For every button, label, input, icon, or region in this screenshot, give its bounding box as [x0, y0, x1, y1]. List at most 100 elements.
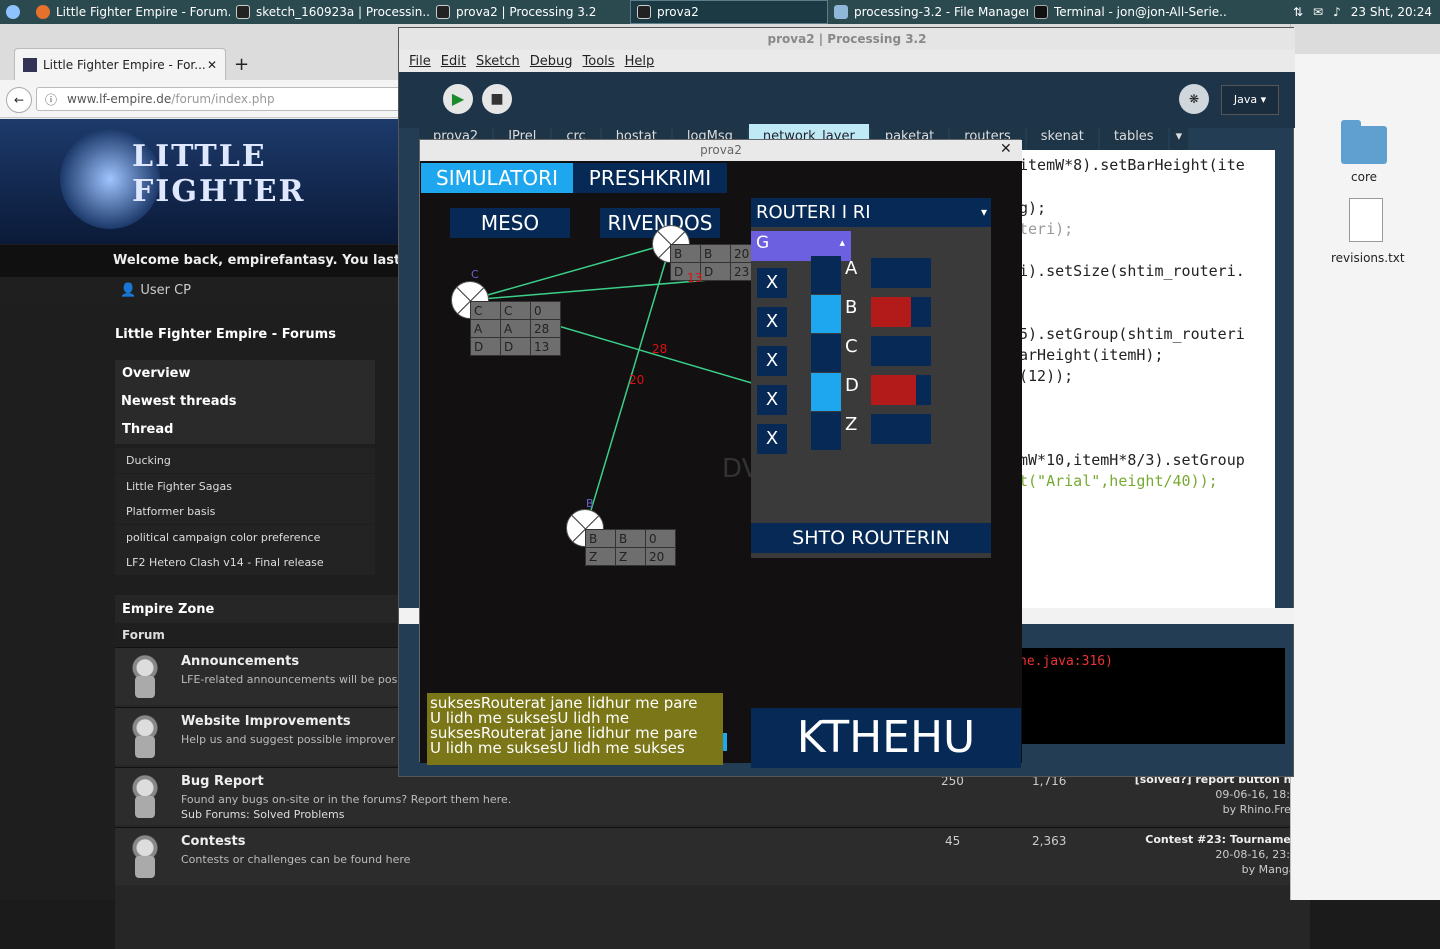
menu-debug[interactable]: Debug: [530, 54, 573, 69]
code-line: i).setSize(shtim_routeri.: [1019, 262, 1245, 280]
sketch-canvas: DVR SIMULATORI PRESHKRIMI MESO RIVENDOS …: [420, 161, 1022, 768]
url-bar[interactable]: ⓘ www.lf-empire.de/forum/index.php: [36, 87, 416, 111]
forum-row: Contests Contests or challenges can be f…: [115, 827, 1310, 885]
forum-description: LFE-related announcements will be pos: [181, 673, 398, 686]
nav-overview[interactable]: Overview: [115, 360, 375, 388]
section-title[interactable]: Empire Zone: [122, 602, 214, 617]
menu-sketch[interactable]: Sketch: [476, 54, 520, 69]
thread-link[interactable]: political campaign color preference: [115, 525, 375, 550]
back-button[interactable]: ←: [6, 87, 32, 113]
thread-link[interactable]: LF2 Hetero Clash v14 - Final release: [115, 550, 375, 575]
mail-icon[interactable]: ✉: [1313, 5, 1323, 19]
chevron-down-icon: ▾: [980, 205, 987, 219]
taskbar-item-ide[interactable]: prova2 | Processing 3.2: [430, 0, 630, 24]
router-slider-d[interactable]: [871, 375, 931, 405]
code-editor[interactable]: itemW*8).setBarHeight(ite g); teri); i).…: [1019, 150, 1275, 610]
run-button[interactable]: ▶: [443, 84, 473, 114]
menu-file[interactable]: File: [409, 54, 431, 69]
processing-icon: [236, 5, 250, 19]
add-router-button[interactable]: SHTO ROUTERIN: [751, 523, 991, 553]
routing-table: BB0 Z Z 20: [585, 529, 676, 566]
slider-fill: [871, 297, 912, 327]
edge-weight: 13: [687, 271, 703, 285]
thread-link[interactable]: Platformer basis: [115, 499, 375, 524]
taskbar-item-firefox[interactable]: Little Fighter Empire - Forum...: [30, 0, 230, 24]
site-logo[interactable]: LITTLE FIGHTER: [132, 139, 420, 209]
console-error: he.java:316): [1019, 654, 1113, 669]
clock[interactable]: 23 Sht, 20:24: [1351, 5, 1432, 19]
network-icon[interactable]: ⇅: [1293, 5, 1303, 19]
nav-newest-threads[interactable]: Newest threads: [115, 388, 375, 416]
tab-simulatori[interactable]: SIMULATORI: [421, 163, 573, 193]
ide-tab[interactable]: skenat: [1026, 124, 1098, 150]
menu-edit[interactable]: Edit: [441, 54, 466, 69]
file-label[interactable]: revisions.txt: [1331, 251, 1405, 265]
forum-description: Contests or challenges can be found here: [181, 853, 411, 866]
forum-name[interactable]: Announcements: [181, 654, 299, 669]
remove-router-d-button[interactable]: X: [757, 385, 787, 415]
menu-tools[interactable]: Tools: [583, 54, 615, 69]
user-cp-link[interactable]: 👤 User CP: [0, 277, 420, 305]
forum-title[interactable]: Little Fighter Empire - Forums: [115, 327, 336, 342]
taskbar: Little Fighter Empire - Forum... sketch_…: [0, 0, 1440, 24]
router-toggle-a[interactable]: [811, 256, 841, 294]
forum-name[interactable]: Bug Report: [181, 774, 264, 789]
router-toggle-z[interactable]: [811, 412, 841, 450]
log-line: U lidh me suksesU lidh me sukses: [430, 739, 685, 757]
router-slider-a[interactable]: [871, 258, 931, 288]
router-toggle-c[interactable]: [811, 334, 841, 372]
remove-router-c-button[interactable]: X: [757, 346, 787, 376]
log-scroll-indicator: [723, 733, 727, 751]
ide-tab[interactable]: tables: [1099, 124, 1168, 150]
file-label[interactable]: core: [1351, 170, 1377, 184]
new-tab-button[interactable]: +: [234, 54, 249, 75]
taskbar-item-file-manager[interactable]: processing-3.2 - File Manager: [828, 0, 1028, 24]
tab-overflow-button[interactable]: ▾: [1169, 124, 1189, 150]
router-toggle-b[interactable]: [811, 295, 841, 333]
last-post[interactable]: Contest #23: Tournament 20-08-16, 23:52 by…: [1145, 832, 1304, 877]
start-menu-icon[interactable]: [0, 0, 30, 24]
back-button[interactable]: KTHEHU: [751, 708, 1021, 768]
thread-link[interactable]: Ducking: [115, 448, 375, 473]
debugger-icon[interactable]: ❋: [1179, 84, 1209, 114]
text-file-icon[interactable]: [1349, 198, 1383, 242]
menu-help[interactable]: Help: [625, 54, 655, 69]
sketch-window: prova2 ✕ DVR SIMULATORI PRESHKRIMI MESO …: [419, 139, 1022, 768]
forum-name[interactable]: Contests: [181, 834, 245, 849]
taskbar-item-prova2[interactable]: prova2: [630, 0, 828, 24]
code-line: itemW*8).setBarHeight(ite: [1019, 156, 1245, 174]
sub-forums[interactable]: Sub Forums: Solved Problems: [181, 808, 344, 821]
taskbar-item-terminal[interactable]: Terminal - jon@jon-All-Serie...: [1028, 0, 1228, 24]
tab-preshkrimi[interactable]: PRESHKRIMI: [573, 163, 727, 193]
node-label: B: [586, 497, 594, 510]
router-panel: ROUTERI I RI ▾ G ▴ X X X X X A B C D Z SHT…: [751, 198, 991, 558]
code-line: (12));: [1019, 367, 1074, 385]
panel-header[interactable]: ROUTERI I RI ▾: [751, 198, 991, 227]
welcome-message: Welcome back, empirefantasy. You last vi…: [0, 245, 420, 277]
router-letter: A: [845, 258, 858, 279]
router-slider-z[interactable]: [871, 414, 931, 444]
router-letter: D: [845, 375, 859, 396]
folder-icon[interactable]: [1341, 120, 1387, 164]
remove-router-b-button[interactable]: X: [757, 307, 787, 337]
taskbar-item-sketch[interactable]: sketch_160923a | Processin...: [230, 0, 430, 24]
router-slider-c[interactable]: [871, 336, 931, 366]
stop-button[interactable]: ■: [482, 84, 512, 114]
router-toggle-d[interactable]: [811, 373, 841, 411]
close-window-icon[interactable]: ✕: [1000, 141, 1012, 157]
close-tab-icon[interactable]: ✕: [207, 58, 217, 72]
code-line: 5).setGroup(shtim_routeri: [1019, 325, 1245, 343]
system-tray: ⇅ ✉ ♪ 23 Sht, 20:24: [1293, 5, 1440, 19]
volume-icon[interactable]: ♪: [1333, 5, 1341, 19]
nav-thread[interactable]: Thread: [115, 416, 375, 444]
mode-selector[interactable]: Java ▾: [1221, 85, 1279, 115]
forum-name[interactable]: Website Improvements: [181, 714, 351, 729]
thread-link[interactable]: Little Fighter Sagas: [115, 474, 375, 499]
meso-button[interactable]: MESO: [450, 208, 570, 238]
remove-router-a-button[interactable]: X: [757, 268, 787, 298]
last-post[interactable]: [solved?] report button n... 09-06-16, 18…: [1135, 772, 1304, 817]
browser-tab[interactable]: Little Fighter Empire - For... ✕: [14, 48, 226, 80]
router-letter: B: [845, 297, 858, 318]
remove-router-z-button[interactable]: X: [757, 424, 787, 454]
router-slider-b[interactable]: [871, 297, 931, 327]
